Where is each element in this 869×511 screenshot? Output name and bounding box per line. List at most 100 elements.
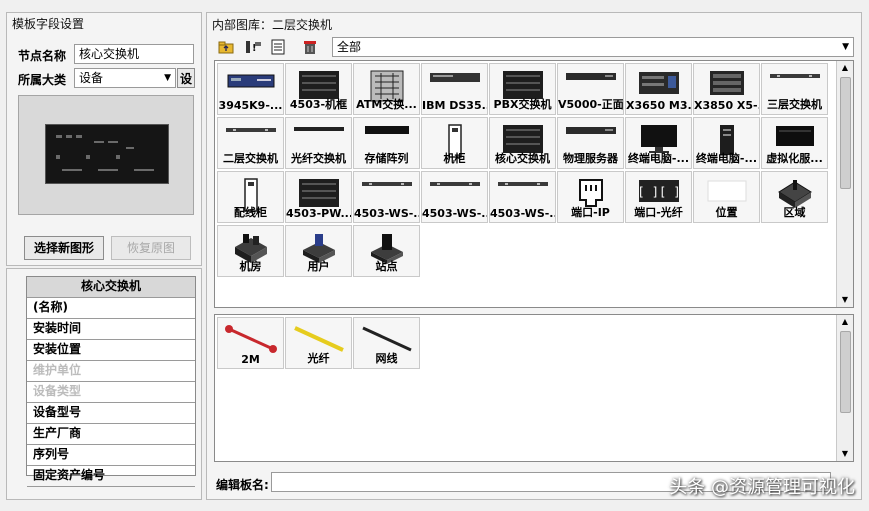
gallery-item[interactable]: X3650 M3...	[625, 63, 692, 115]
scroll-down-icon[interactable]: ▼	[837, 447, 853, 461]
scroll-down-icon[interactable]: ▼	[837, 293, 853, 307]
gallery-item-label: X3850 X5-...	[694, 99, 759, 112]
property-row[interactable]: (名称)	[27, 298, 195, 319]
gallery-item-label: 配线柜	[234, 206, 267, 219]
server-2u-icon	[707, 70, 747, 96]
library-toolbar: !	[214, 37, 324, 57]
gallery-item[interactable]: 区域	[761, 171, 828, 223]
gallery-item[interactable]: 光纤交换机	[285, 117, 352, 169]
switch-line-icon	[225, 124, 277, 136]
scroll-up-icon[interactable]: ▲	[837, 61, 853, 75]
chevron-down-icon: ▼	[842, 42, 849, 52]
gallery-item[interactable]: 二层交换机	[217, 117, 284, 169]
gallery-item[interactable]: 4503-PW...	[285, 171, 352, 223]
gallery-item[interactable]: 三层交换机	[761, 63, 828, 115]
scroll-thumb[interactable]	[840, 331, 851, 413]
link-gallery: 2M 光纤 网线 ▲ ▼	[214, 314, 854, 462]
gallery-item[interactable]: 4503-WS-...	[421, 171, 488, 223]
gallery-item-label: 位置	[715, 206, 738, 219]
set-button[interactable]: 设	[177, 68, 195, 88]
gallery-item-label: IBM DS35...	[422, 99, 487, 112]
gallery-item[interactable]: IBM DS35...	[421, 63, 488, 115]
gallery-item-label: 4503-PW...	[286, 207, 351, 220]
gallery-item[interactable]: V5000-正面	[557, 63, 624, 115]
gallery-item[interactable]: 用户	[285, 225, 352, 277]
property-row[interactable]: 设备类型	[27, 382, 195, 403]
gallery-item[interactable]: 终端电脑-...	[693, 117, 760, 169]
gallery-item-label: 二层交换机	[223, 152, 278, 165]
gallery-item[interactable]: 核心交换机	[489, 117, 556, 169]
image-preview-frame	[18, 95, 194, 215]
gallery-item-label: 站点	[375, 260, 398, 273]
cabinet-icon[interactable]	[268, 37, 288, 57]
switch-line-icon	[361, 178, 413, 190]
property-row[interactable]: 维护单位	[27, 361, 195, 382]
gallery-item[interactable]: 机房	[217, 225, 284, 277]
property-row[interactable]: 固定资产编号	[27, 466, 195, 487]
node-name-input[interactable]: 核心交换机	[74, 44, 194, 64]
switch-line-icon	[429, 178, 481, 190]
gallery-item[interactable]: 站点	[353, 225, 420, 277]
chevron-down-icon: ▼	[164, 73, 171, 83]
switch-preview-image	[45, 124, 169, 184]
gallery-scrollbar[interactable]: ▲ ▼	[836, 61, 853, 307]
scroll-thumb[interactable]	[840, 77, 851, 189]
gallery-item-label: 机房	[239, 260, 262, 273]
gallery-item[interactable]: 位置	[693, 171, 760, 223]
gallery-item[interactable]: 3945K9-...	[217, 63, 284, 115]
filter-select[interactable]: 全部 ▼	[332, 37, 854, 57]
link-item[interactable]: 2M	[217, 317, 284, 369]
gallery-item[interactable]: [ ][ ] 端口-光纤	[625, 171, 692, 223]
svg-text:[ ][ ]: [ ][ ]	[637, 185, 680, 199]
gallery-item-label: 4503-WS-...	[354, 207, 419, 220]
gallery-item[interactable]: 4503-WS-...	[353, 171, 420, 223]
gallery-item[interactable]: X3850 X5-...	[693, 63, 760, 115]
link-scrollbar[interactable]: ▲ ▼	[836, 315, 853, 461]
storage-flat-icon	[429, 70, 481, 86]
gallery-item-label: PBX交换机	[493, 98, 552, 111]
category-label: 所属大类	[18, 73, 67, 87]
gallery-item[interactable]: ATM交换...	[353, 63, 420, 115]
port-fiber-icon: [ ][ ]	[637, 178, 681, 204]
gallery-item-label: 3945K9-...	[218, 99, 283, 112]
device-add-icon[interactable]: !	[244, 37, 264, 57]
link-item[interactable]: 光纤	[285, 317, 352, 369]
property-row[interactable]: 序列号	[27, 445, 195, 466]
gallery-item[interactable]: 配线柜	[217, 171, 284, 223]
select-new-image-button[interactable]: 选择新图形	[24, 236, 104, 260]
gallery-item-label: V5000-正面	[558, 98, 623, 111]
gallery-item[interactable]: 端口-IP	[557, 171, 624, 223]
node-name-label: 节点名称	[18, 49, 67, 63]
property-row[interactable]: 安装位置	[27, 340, 195, 361]
folder-up-icon[interactable]	[216, 37, 236, 57]
library-title: 内部图库：二层交换机	[212, 18, 333, 32]
gallery-item-label: 虚拟化服...	[766, 152, 823, 165]
gallery-item[interactable]: 终端电脑-...	[625, 117, 692, 169]
gallery-item[interactable]: 4503-机框	[285, 63, 352, 115]
category-value: 设备	[79, 71, 104, 85]
gallery-item[interactable]: 4503-WS-...	[489, 171, 556, 223]
gallery-item-label: 4503-机框	[289, 98, 348, 111]
property-row[interactable]: 生产厂商	[27, 424, 195, 445]
gallery-item[interactable]: PBX交换机	[489, 63, 556, 115]
property-row[interactable]: 安装时间	[27, 319, 195, 340]
gallery-item[interactable]: 存储阵列	[353, 117, 420, 169]
gallery-item-label: 4503-WS-...	[422, 207, 487, 220]
delete-icon[interactable]	[300, 37, 320, 57]
category-select[interactable]: 设备 ▼	[74, 68, 176, 88]
gallery-item[interactable]: 虚拟化服...	[761, 117, 828, 169]
gallery-item[interactable]: 物理服务器	[557, 117, 624, 169]
gallery-item-label: 4503-WS-...	[490, 207, 555, 220]
watermark-text: 头条 @资源管理可视化	[669, 477, 855, 498]
switch-thin-icon	[293, 124, 345, 134]
gallery-item[interactable]: 机柜	[421, 117, 488, 169]
gallery-item-label: 端口-IP	[571, 206, 610, 219]
property-row[interactable]: 设备型号	[27, 403, 195, 424]
scroll-up-icon[interactable]: ▲	[837, 315, 853, 329]
device-gallery: 3945K9-... 4503-机框 ATM交换... IBM DS35... PBX交…	[214, 60, 854, 308]
link-item[interactable]: 网线	[353, 317, 420, 369]
filter-value: 全部	[337, 40, 362, 54]
edit-board-name-label: 编辑板名:	[216, 478, 269, 492]
restore-original-image-button[interactable]: 恢复原图	[111, 236, 191, 260]
gallery-item-label: 端口-光纤	[634, 206, 683, 219]
